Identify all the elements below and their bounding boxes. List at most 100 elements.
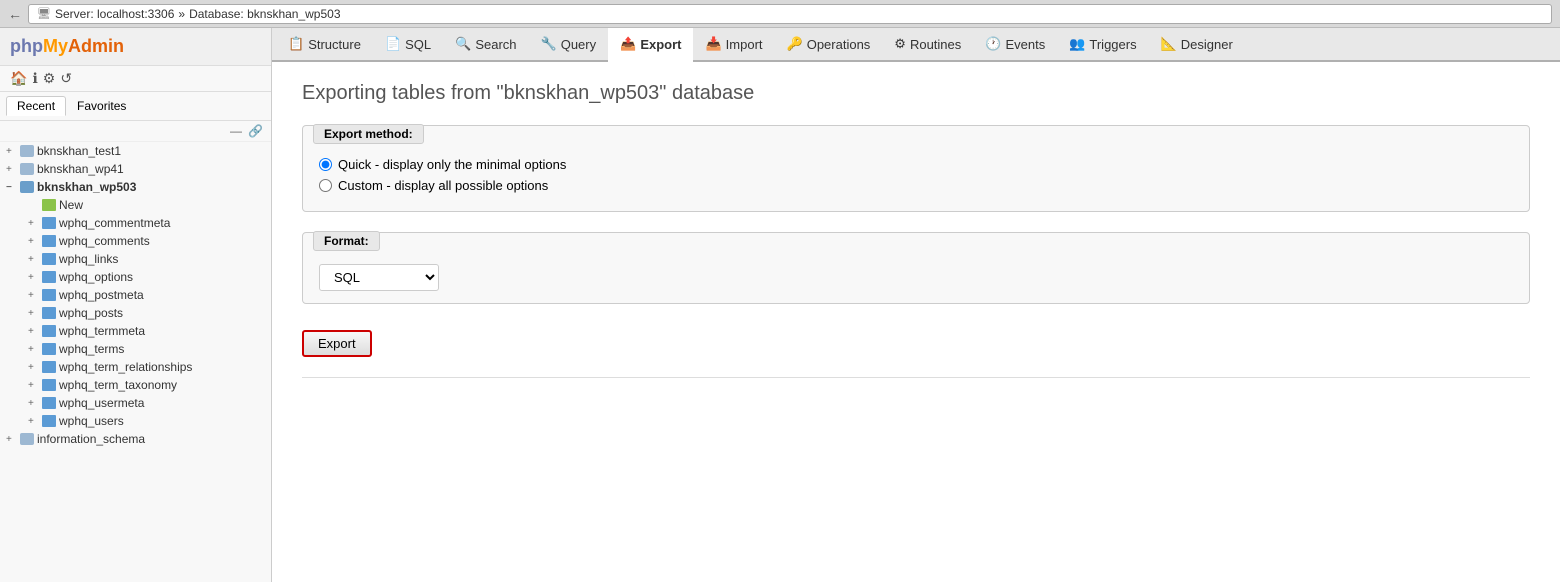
tab-structure[interactable]: 📋 Structure bbox=[276, 28, 373, 62]
browser-bar: ← 🖥 Server: localhost:3306 » Database: b… bbox=[0, 0, 1560, 28]
export-method-legend: Export method: bbox=[313, 124, 424, 144]
radio-custom-label: Custom - display all possible options bbox=[338, 178, 548, 193]
expander-icon: + bbox=[28, 326, 42, 337]
expander-icon: + bbox=[6, 164, 20, 175]
tab-label: SQL bbox=[405, 37, 431, 52]
server-icon: 🖥 bbox=[37, 7, 51, 20]
db-item-bknskhan-test1[interactable]: + bknskhan_test1 bbox=[0, 142, 271, 160]
db-item-bknskhan-wp503[interactable]: − bknskhan_wp503 bbox=[0, 178, 271, 196]
tree-new[interactable]: New bbox=[18, 196, 271, 214]
tab-favorites[interactable]: Favorites bbox=[66, 96, 137, 116]
tab-label: Search bbox=[475, 37, 516, 52]
db-label: bknskhan_wp41 bbox=[37, 162, 124, 176]
table-label: wphq_commentmeta bbox=[59, 216, 170, 230]
sidebar-header: phpMyAdmin bbox=[0, 28, 271, 66]
tab-designer[interactable]: 📐 Designer bbox=[1149, 28, 1245, 62]
sidebar-icon-bar: 🏠 ℹ ⚙ ↺ bbox=[0, 66, 271, 92]
table-item-wphq-comments[interactable]: + wphq_comments bbox=[18, 232, 271, 250]
structure-icon: 📋 bbox=[288, 36, 304, 52]
tab-events[interactable]: 🕐 Events bbox=[973, 28, 1057, 62]
table-label: wphq_users bbox=[59, 414, 124, 428]
tab-label: Import bbox=[726, 37, 763, 52]
table-item-wphq-term-relationships[interactable]: + wphq_term_relationships bbox=[18, 358, 271, 376]
tab-recent[interactable]: Recent bbox=[6, 96, 66, 116]
table-icon bbox=[42, 307, 56, 319]
tab-operations[interactable]: 🔑 Operations bbox=[775, 28, 883, 62]
table-label: wphq_posts bbox=[59, 306, 123, 320]
table-label: wphq_postmeta bbox=[59, 288, 144, 302]
table-item-wphq-terms[interactable]: + wphq_terms bbox=[18, 340, 271, 358]
expander-icon: − bbox=[6, 182, 20, 193]
tab-triggers[interactable]: 👥 Triggers bbox=[1057, 28, 1148, 62]
expander-icon: + bbox=[28, 290, 42, 301]
tab-label: Export bbox=[640, 37, 681, 52]
export-method-content: Quick - display only the minimal options… bbox=[303, 145, 1529, 211]
table-label: wphq_options bbox=[59, 270, 133, 284]
table-icon bbox=[42, 289, 56, 301]
tab-search[interactable]: 🔍 Search bbox=[443, 28, 528, 62]
tab-sql[interactable]: 📄 SQL bbox=[373, 28, 443, 62]
table-item-wphq-users[interactable]: + wphq_users bbox=[18, 412, 271, 430]
db-icon bbox=[20, 433, 34, 445]
content-area: 📋 Structure 📄 SQL 🔍 Search 🔧 Query 📤 Exp… bbox=[272, 28, 1560, 582]
format-select[interactable]: SQL CSV JSON XML bbox=[319, 264, 439, 291]
table-icon bbox=[42, 415, 56, 427]
radio-quick-input[interactable] bbox=[319, 158, 332, 171]
home-icon[interactable]: 🏠 bbox=[10, 70, 27, 87]
settings-icon[interactable]: ⚙ bbox=[43, 70, 56, 87]
table-item-wphq-usermeta[interactable]: + wphq_usermeta bbox=[18, 394, 271, 412]
new-icon bbox=[42, 199, 56, 211]
expander-icon: + bbox=[6, 434, 20, 445]
logo-php: php bbox=[10, 36, 43, 56]
table-item-wphq-options[interactable]: + wphq_options bbox=[18, 268, 271, 286]
import-icon: 📥 bbox=[705, 36, 721, 52]
table-icon bbox=[42, 271, 56, 283]
expander-icon: + bbox=[28, 218, 42, 229]
back-button[interactable]: ← bbox=[8, 6, 22, 22]
table-item-wphq-postmeta[interactable]: + wphq_postmeta bbox=[18, 286, 271, 304]
expander-icon: + bbox=[28, 344, 42, 355]
link-icon[interactable]: 🔗 bbox=[248, 124, 263, 138]
tab-export[interactable]: 📤 Export bbox=[608, 28, 693, 62]
operations-icon: 🔑 bbox=[787, 36, 803, 52]
table-item-wphq-posts[interactable]: + wphq_posts bbox=[18, 304, 271, 322]
server-label: Server: localhost:3306 bbox=[55, 7, 174, 21]
events-icon: 🕐 bbox=[985, 36, 1001, 52]
phpmyadmin-logo: phpMyAdmin bbox=[10, 36, 124, 57]
tab-import[interactable]: 📥 Import bbox=[693, 28, 774, 62]
table-item-wphq-commentmeta[interactable]: + wphq_commentmeta bbox=[18, 214, 271, 232]
format-content: SQL CSV JSON XML bbox=[303, 252, 1529, 303]
collapse-all-icon[interactable]: — bbox=[230, 124, 242, 138]
info-icon[interactable]: ℹ bbox=[32, 70, 37, 87]
content-divider bbox=[302, 377, 1530, 378]
tab-query[interactable]: 🔧 Query bbox=[529, 28, 609, 62]
table-icon bbox=[42, 217, 56, 229]
db-children: New + wphq_commentmeta + wphq_comments +… bbox=[0, 196, 271, 430]
tab-label: Routines bbox=[910, 37, 961, 52]
radio-custom-input[interactable] bbox=[319, 179, 332, 192]
table-item-wphq-term-taxonomy[interactable]: + wphq_term_taxonomy bbox=[18, 376, 271, 394]
expander-icon: + bbox=[28, 380, 42, 391]
export-button[interactable]: Export bbox=[302, 330, 372, 357]
tab-routines[interactable]: ⚙ Routines bbox=[882, 28, 973, 62]
tab-label: Designer bbox=[1181, 37, 1233, 52]
table-item-wphq-termmeta[interactable]: + wphq_termmeta bbox=[18, 322, 271, 340]
db-label: bknskhan_test1 bbox=[37, 144, 121, 158]
table-icon bbox=[42, 343, 56, 355]
table-label: wphq_usermeta bbox=[59, 396, 144, 410]
tab-label: Events bbox=[1005, 37, 1045, 52]
export-icon: 📤 bbox=[620, 36, 636, 52]
table-icon bbox=[42, 397, 56, 409]
refresh-icon[interactable]: ↺ bbox=[60, 70, 72, 87]
expander-icon: + bbox=[28, 236, 42, 247]
sql-icon: 📄 bbox=[385, 36, 401, 52]
table-icon bbox=[42, 235, 56, 247]
table-label: wphq_term_taxonomy bbox=[59, 378, 177, 392]
table-label: wphq_comments bbox=[59, 234, 150, 248]
db-item-information-schema[interactable]: + information_schema bbox=[0, 430, 271, 448]
table-item-wphq-links[interactable]: + wphq_links bbox=[18, 250, 271, 268]
expander-icon: + bbox=[28, 254, 42, 265]
db-item-bknskhan-wp41[interactable]: + bknskhan_wp41 bbox=[0, 160, 271, 178]
db-icon bbox=[20, 163, 34, 175]
table-label: wphq_links bbox=[59, 252, 118, 266]
